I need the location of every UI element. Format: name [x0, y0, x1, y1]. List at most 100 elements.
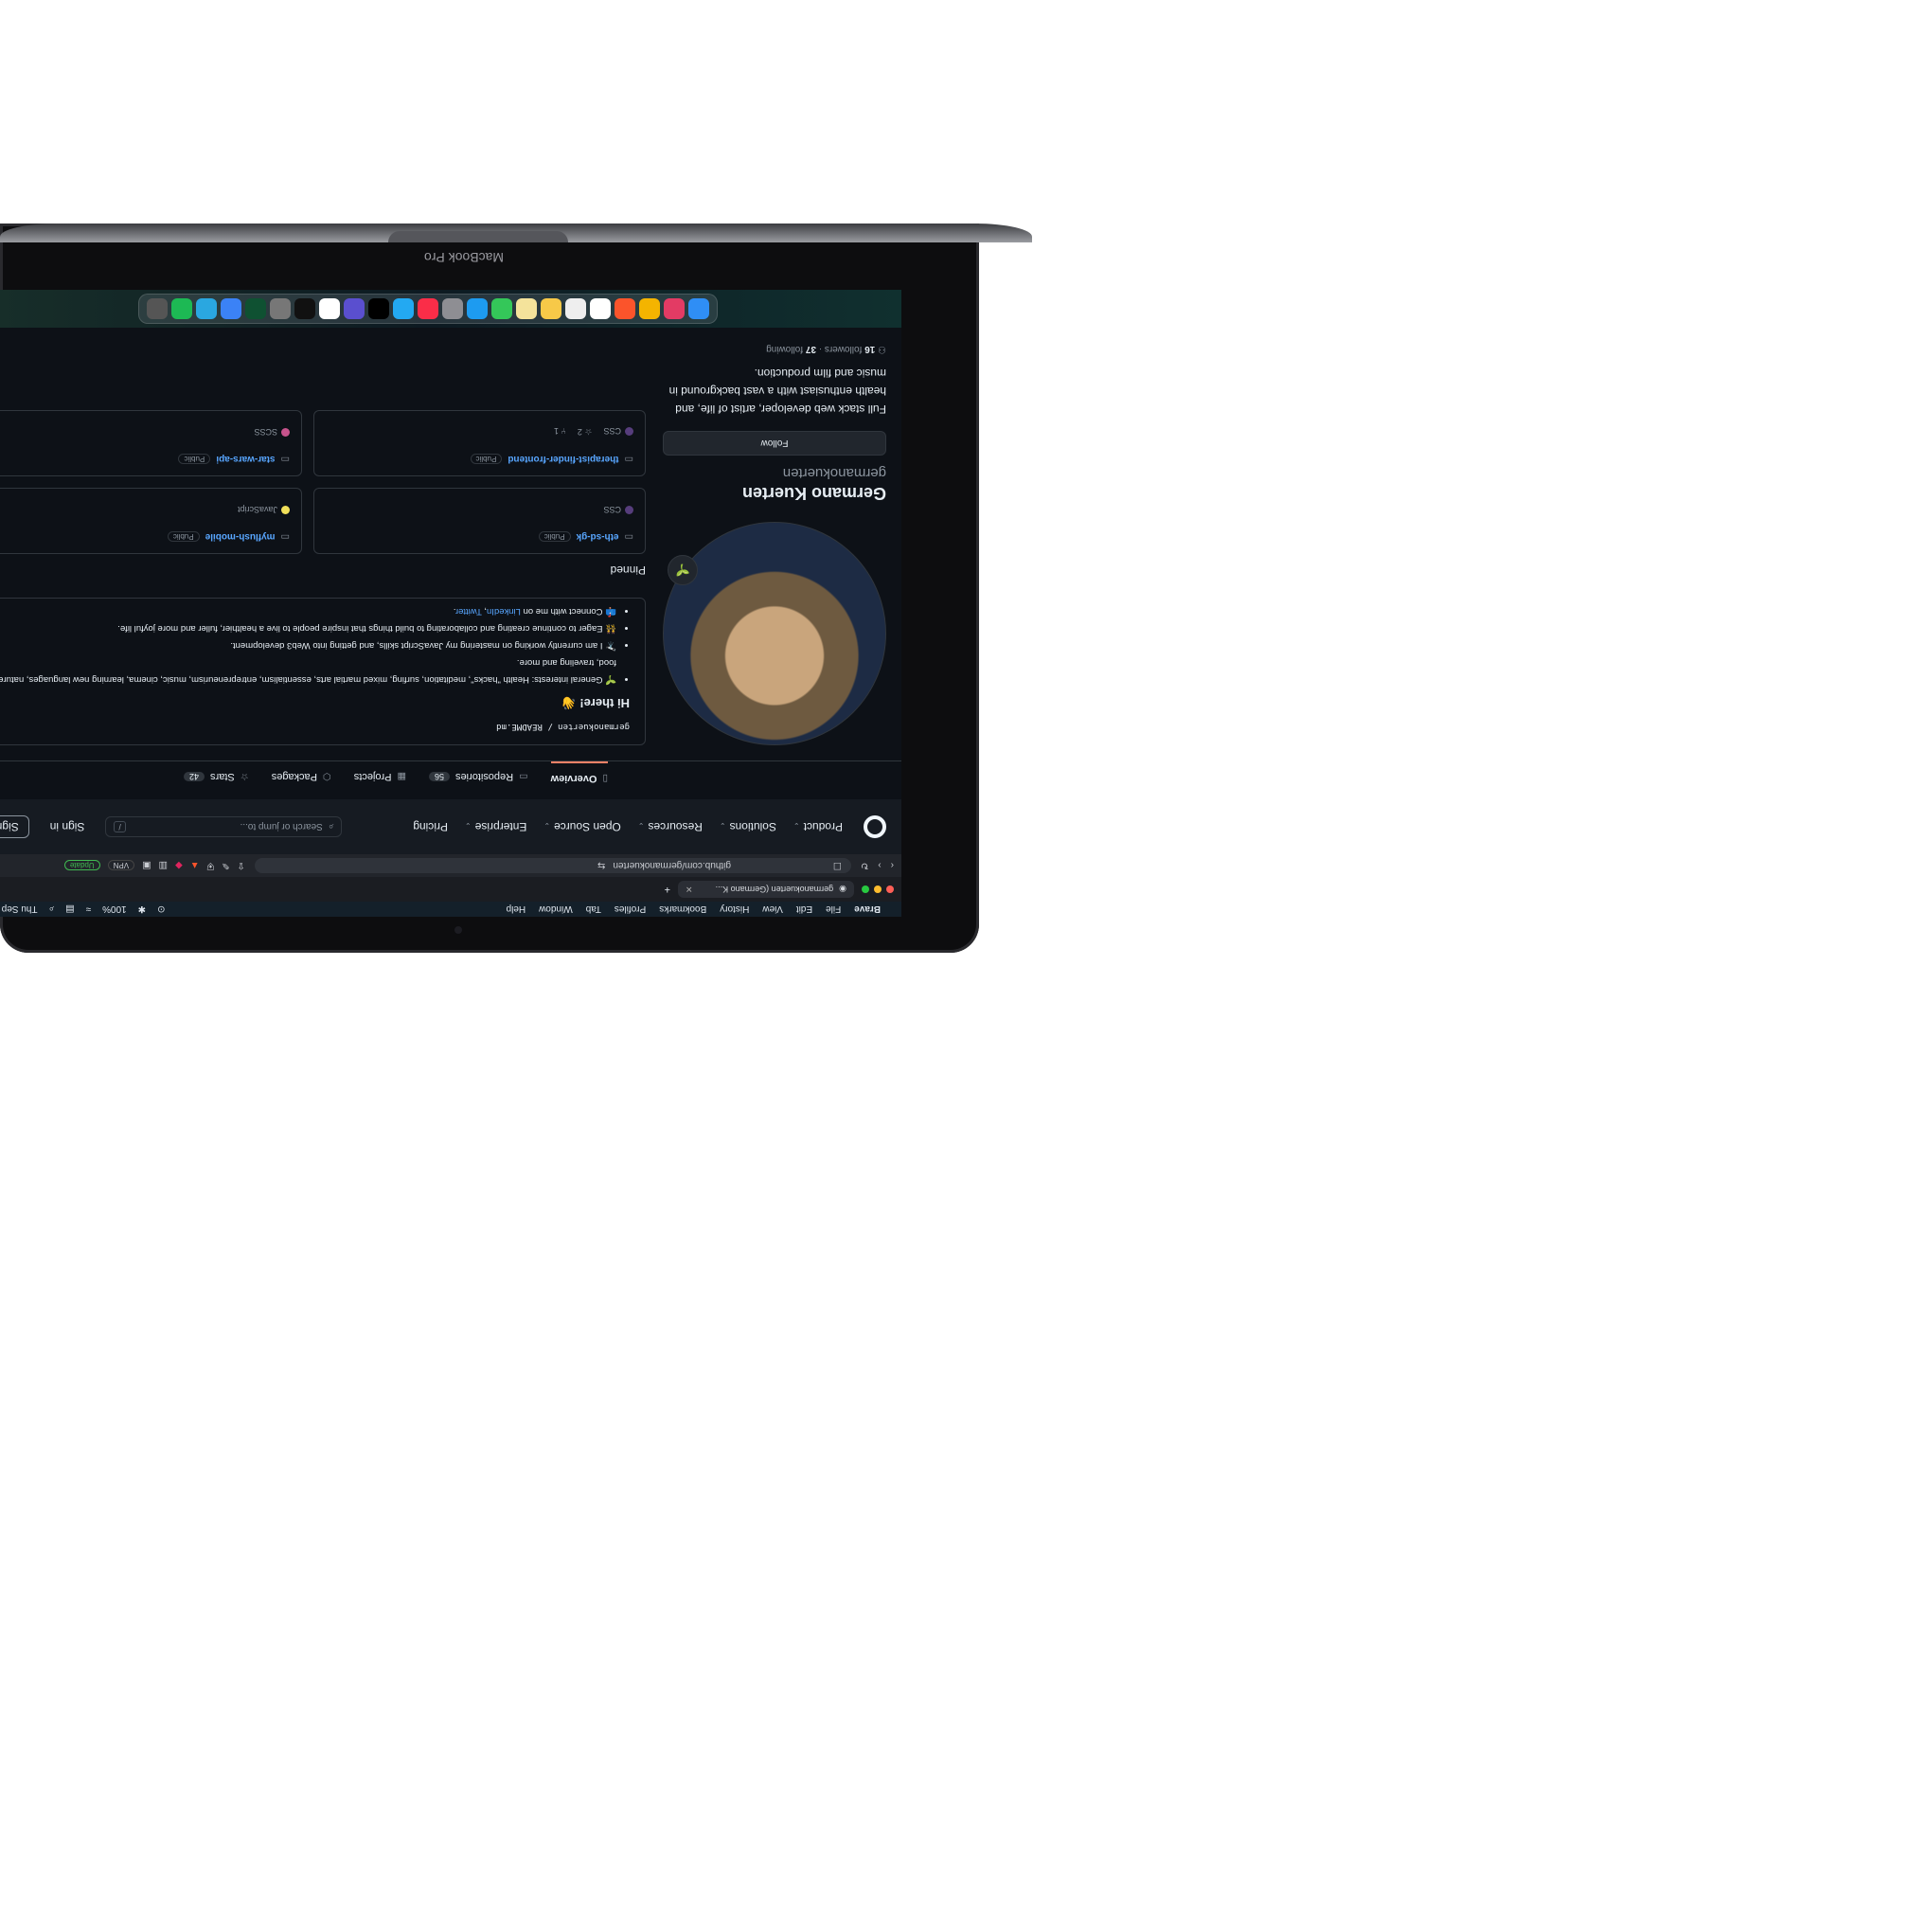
follow-button[interactable]: Follow	[663, 431, 886, 456]
linkedin-link[interactable]: LinkedIn	[487, 606, 521, 617]
brave-icon[interactable]	[615, 298, 635, 319]
nav-product[interactable]: Product⌄	[793, 820, 843, 833]
stickies-icon[interactable]	[516, 298, 537, 319]
close-tab-icon[interactable]: ✕	[686, 885, 693, 895]
calendar-icon[interactable]	[565, 298, 586, 319]
zoom-window-icon[interactable]	[862, 886, 869, 893]
tab-repositories[interactable]: ▭ Repositories 56	[428, 761, 528, 782]
menu-tab[interactable]: Tab	[586, 904, 601, 915]
forward-icon[interactable]: ›	[878, 861, 881, 871]
vpn-button[interactable]: VPN	[107, 860, 135, 871]
davinci-icon[interactable]	[344, 298, 365, 319]
site-settings-icon[interactable]: ⇆	[597, 861, 605, 871]
messages-icon[interactable]	[491, 298, 512, 319]
search-input[interactable]: ⌕ Search or jump to... /	[105, 816, 343, 837]
repo-icon: ▭	[519, 771, 528, 782]
battery-level[interactable]: 100%	[102, 904, 127, 915]
star-icon: ☆	[240, 771, 249, 782]
spotify-icon[interactable]	[171, 298, 192, 319]
settings-icon[interactable]	[442, 298, 463, 319]
control-center-icon[interactable]: ▤	[65, 904, 74, 915]
nav-open-source[interactable]: Open Source⌄	[543, 820, 620, 833]
zoom-icon[interactable]	[196, 298, 217, 319]
tab-overview[interactable]: ▯ Overview	[550, 761, 608, 784]
repo-name-link[interactable]: myflush-mobile	[205, 531, 276, 542]
address-bar[interactable]: ☐ github.com/germanokuerten ⇆	[254, 858, 851, 873]
close-window-icon[interactable]	[886, 886, 894, 893]
chevron-down-icon: ⌄	[793, 821, 800, 830]
share-icon[interactable]: ⇪	[238, 861, 245, 871]
readme-path[interactable]: germanokuerten / README.md	[0, 722, 630, 731]
trash-icon[interactable]	[147, 298, 168, 319]
nav-pricing[interactable]: Pricing	[413, 820, 448, 833]
notes-icon[interactable]	[541, 298, 561, 319]
laptop-base: MacBook Pro	[0, 224, 1032, 265]
preview-icon[interactable]	[270, 298, 291, 319]
tab-stars[interactable]: ☆ Stars 42	[184, 761, 249, 782]
extension-icon[interactable]: ✎	[222, 861, 229, 871]
app-store-icon[interactable]	[467, 298, 488, 319]
clock[interactable]: Thu Sep 28 12:04	[0, 904, 38, 915]
wifi-icon[interactable]: ≈	[86, 904, 92, 915]
nav-solutions[interactable]: Solutions⌄	[720, 820, 776, 833]
nav-resources[interactable]: Resources⌄	[638, 820, 703, 833]
capcut-icon[interactable]	[368, 298, 389, 319]
language-color	[625, 427, 633, 437]
vscode-icon[interactable]	[393, 298, 414, 319]
repo-name-link[interactable]: eth-sd-gk	[577, 531, 619, 542]
menu-edit[interactable]: Edit	[796, 904, 812, 915]
update-button[interactable]: Update	[63, 860, 100, 871]
minimize-window-icon[interactable]	[874, 886, 882, 893]
sign-in-link[interactable]: Sign in	[50, 820, 85, 833]
repo-name-link[interactable]: star-wars-api	[216, 454, 275, 464]
shield-icon[interactable]: ⛨	[207, 861, 215, 871]
new-tab-icon[interactable]: +	[665, 884, 670, 895]
status-emoji-icon[interactable]: 🌱	[668, 555, 698, 585]
twitter-link[interactable]: Twitter	[455, 606, 481, 617]
finder-icon[interactable]	[688, 298, 709, 319]
spotlight-icon[interactable]: ⌕	[49, 904, 55, 915]
tab-packages[interactable]: ⬡ Packages	[272, 761, 331, 782]
repo-name-link[interactable]: therapist-finder-frontend	[508, 454, 618, 464]
table-icon: ▦	[397, 771, 406, 782]
menubar-app-name[interactable]: Brave	[854, 904, 881, 915]
following-count[interactable]: 37	[806, 344, 816, 354]
github-logo-icon[interactable]	[864, 815, 886, 838]
files-icon[interactable]	[221, 298, 241, 319]
obs-icon[interactable]	[294, 298, 315, 319]
sign-up-button[interactable]: Sign up	[0, 815, 29, 838]
tab-projects[interactable]: ▦ Projects	[354, 761, 406, 782]
pinned-repo-card: ▭ eth-sd-gk Public CSS	[313, 488, 646, 554]
search-placeholder: Search or jump to...	[240, 821, 323, 832]
bluetooth-icon[interactable]: ✱	[138, 904, 146, 915]
nav-enterprise[interactable]: Enterprise⌄	[465, 820, 526, 833]
back-icon[interactable]: ‹	[891, 861, 894, 871]
dock-bar	[138, 294, 718, 324]
menu-bookmarks[interactable]: Bookmarks	[659, 904, 706, 915]
reload-icon[interactable]: ↻	[861, 861, 868, 871]
brave-rewards-icon[interactable]: ▲	[190, 861, 200, 871]
repo-icon: ▭	[624, 531, 633, 542]
sidebar-icon[interactable]: ▥	[159, 861, 168, 871]
tesla-icon[interactable]	[319, 298, 340, 319]
bookmark-icon[interactable]: ☐	[833, 861, 842, 871]
menu-window[interactable]: Window	[539, 904, 573, 915]
wallet-panel-icon[interactable]: ▣	[142, 861, 151, 871]
wallet-icon[interactable]: ◆	[175, 861, 183, 871]
followers-count[interactable]: 16	[864, 344, 875, 354]
notion-icon[interactable]	[590, 298, 611, 319]
menu-history[interactable]: History	[720, 904, 749, 915]
menu-profiles[interactable]: Profiles	[615, 904, 646, 915]
menu-file[interactable]: File	[826, 904, 841, 915]
launchpad-icon[interactable]	[664, 298, 685, 319]
robinhood-icon[interactable]	[245, 298, 266, 319]
browser-tab[interactable]: ◉ germanokuerten (Germano K... ✕	[678, 881, 854, 898]
music-icon[interactable]	[418, 298, 438, 319]
menu-help[interactable]: Help	[507, 904, 526, 915]
stars-link[interactable]: ☆ 2	[578, 426, 593, 437]
forks-link[interactable]: ⑂ 1	[554, 427, 566, 437]
focus-icon[interactable]: ⊙	[157, 904, 165, 915]
menu-view[interactable]: View	[762, 904, 783, 915]
chrome-icon[interactable]	[639, 298, 660, 319]
avatar[interactable]: 🌱	[663, 522, 886, 745]
